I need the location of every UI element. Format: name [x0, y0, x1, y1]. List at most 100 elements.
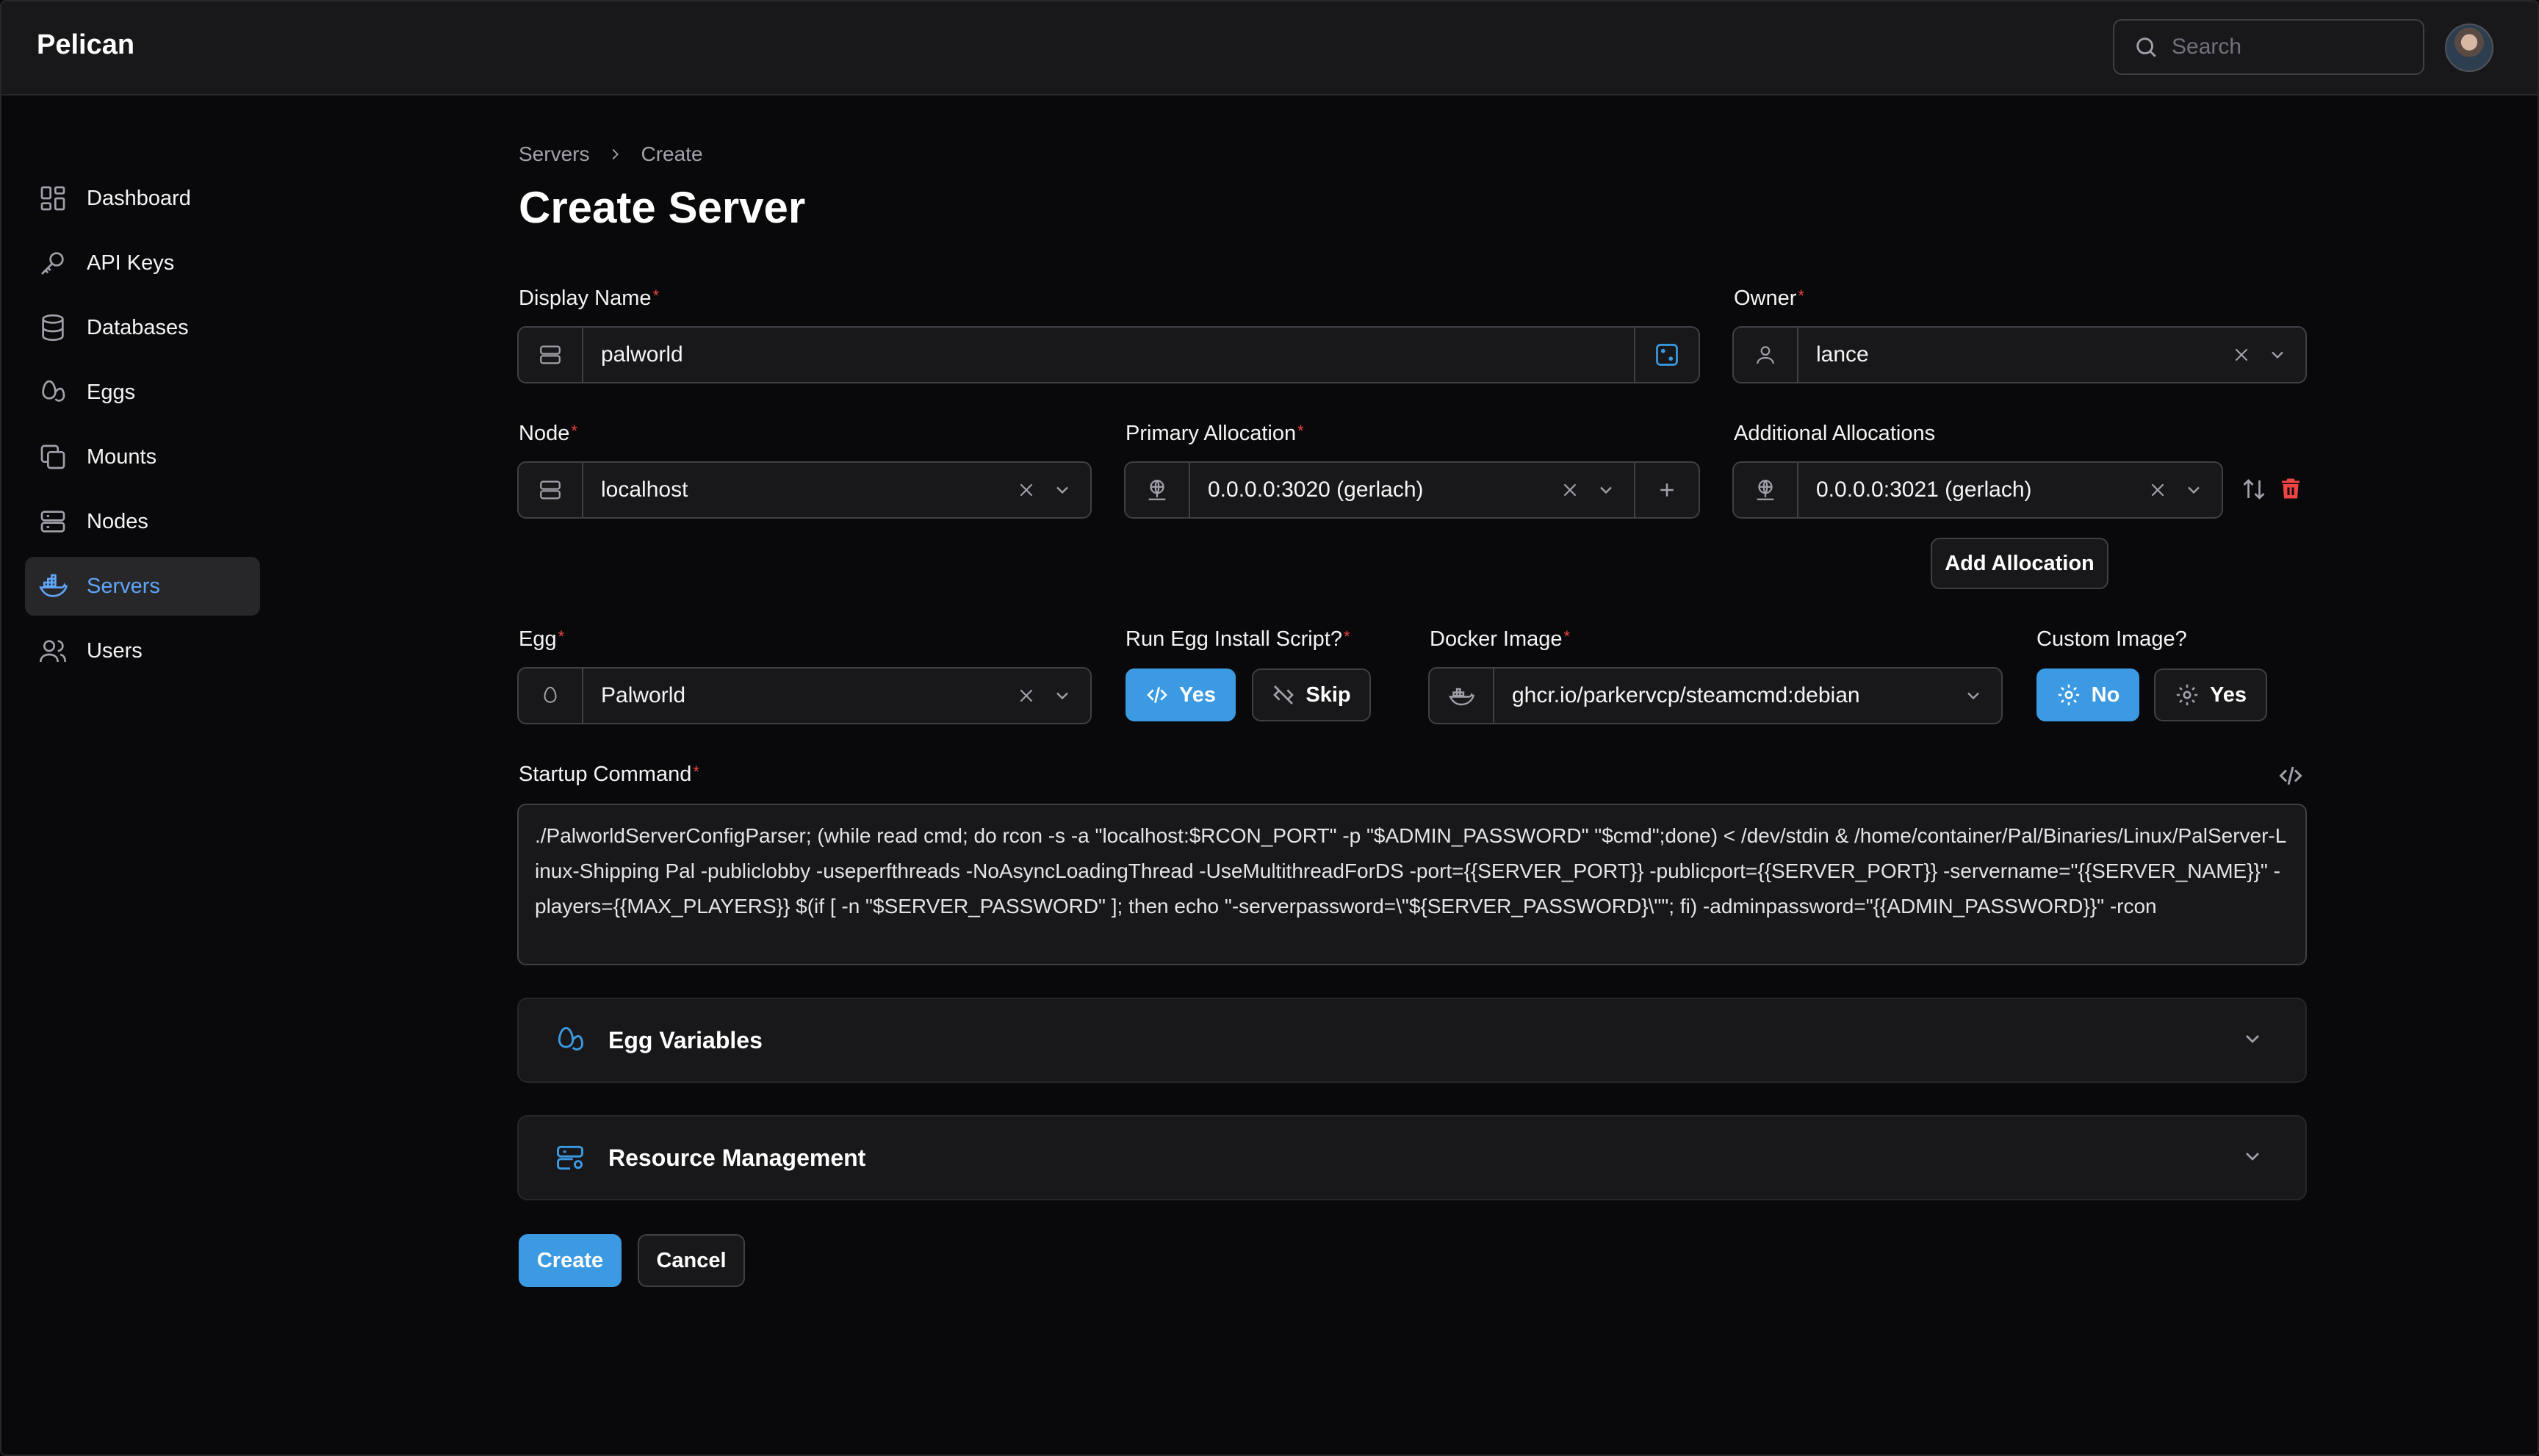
additional-allocations-label: Additional Allocations [1734, 422, 1936, 445]
clear-icon[interactable] [1017, 480, 1036, 500]
breadcrumb-servers[interactable]: Servers [519, 143, 589, 166]
clear-icon[interactable] [1017, 686, 1036, 705]
chevron-down-icon[interactable] [2241, 1027, 2264, 1050]
create-button[interactable]: Create [519, 1234, 622, 1287]
custom-image-no-button[interactable]: No [2036, 668, 2139, 721]
sidebar-item-eggs[interactable]: Eggs [25, 363, 260, 422]
docker-image-label: Docker Image* [1430, 627, 1571, 651]
additional-allocation-value: 0.0.0.0:3021 (gerlach) [1816, 477, 2032, 502]
random-name-button[interactable] [1634, 328, 1699, 382]
egg-label: Egg* [519, 627, 565, 651]
clear-icon[interactable] [2148, 480, 2167, 500]
chevron-down-icon[interactable] [1596, 480, 1616, 500]
node-label: Node* [519, 422, 577, 445]
reorder-icon[interactable] [2241, 476, 2267, 502]
chevron-down-icon[interactable] [1052, 685, 1073, 706]
server-cog-icon [557, 1145, 583, 1170]
sidebar-item-label: Users [87, 638, 143, 663]
code-icon [1147, 687, 1167, 703]
egg-variables-title: Egg Variables [608, 1026, 763, 1053]
sidebar-item-users[interactable]: Users [25, 621, 260, 680]
search-placeholder: Search [2172, 35, 2242, 59]
top-bar: Pelican Search [1, 1, 2538, 95]
chevron-down-icon[interactable] [1052, 480, 1073, 500]
additional-allocation-select[interactable]: 0.0.0.0:3021 (gerlach) [1732, 461, 2223, 519]
run-install-skip-button[interactable]: Skip [1252, 668, 1371, 721]
display-name-label: Display Name* [519, 286, 660, 310]
dashboard-icon [40, 186, 65, 211]
chevron-down-icon[interactable] [1963, 685, 1984, 706]
search-icon [2136, 37, 2156, 57]
server-icon [40, 511, 65, 533]
sidebar-item-label: Servers [87, 574, 160, 598]
gear-check-icon [2058, 684, 2079, 706]
docker-icon [1430, 668, 1494, 723]
sidebar-item-label: Eggs [87, 380, 136, 404]
egg-value: Palworld [601, 683, 686, 707]
startup-command-label: Startup Command* [519, 763, 699, 786]
resource-management-section[interactable]: Resource Management [517, 1115, 2307, 1200]
startup-command-textarea[interactable]: ./PalworldServerConfigParser; (while rea… [517, 804, 2307, 965]
code-off-icon [1273, 685, 1294, 704]
trash-icon[interactable] [2277, 475, 2304, 502]
primary-allocation-label: Primary Allocation* [1126, 422, 1304, 445]
display-name-field[interactable]: palworld [517, 326, 1700, 383]
primary-allocation-value: 0.0.0.0:3020 (gerlach) [1208, 477, 1424, 502]
sidebar: Dashboard API Keys Databases Eggs Mounts… [1, 95, 266, 1455]
cancel-button[interactable]: Cancel [638, 1234, 745, 1287]
node-select[interactable]: localhost [517, 461, 1092, 519]
network-icon [1734, 463, 1798, 517]
chevron-right-icon [613, 148, 619, 160]
add-primary-allocation-button[interactable] [1634, 463, 1699, 517]
egg-select[interactable]: Palworld [517, 667, 1092, 724]
sidebar-item-dashboard[interactable]: Dashboard [25, 169, 260, 228]
custom-image-yes-button[interactable]: Yes [2154, 668, 2267, 721]
sidebar-item-label: Databases [87, 315, 189, 339]
server-icon [519, 328, 583, 382]
chevron-down-icon[interactable] [2267, 345, 2288, 365]
breadcrumb: Servers Create [519, 143, 703, 166]
egg-variables-section[interactable]: Egg Variables [517, 998, 2307, 1083]
mounts-icon [40, 444, 65, 469]
resource-management-title: Resource Management [608, 1144, 866, 1171]
owner-value: lance [1816, 342, 1869, 367]
sidebar-item-nodes[interactable]: Nodes [25, 492, 260, 551]
sidebar-item-label: API Keys [87, 251, 175, 275]
code-icon[interactable] [2277, 763, 2304, 789]
display-name-value[interactable]: palworld [583, 342, 1634, 367]
eggs-icon [558, 1027, 583, 1051]
gear-icon [2176, 684, 2198, 706]
sidebar-item-label: Mounts [87, 444, 157, 469]
clear-icon[interactable] [1560, 480, 1580, 500]
clear-icon[interactable] [2232, 345, 2251, 364]
dice-icon [1656, 344, 1678, 366]
sidebar-item-api-keys[interactable]: API Keys [25, 234, 260, 292]
eggs-icon [42, 380, 65, 402]
avatar[interactable] [2445, 24, 2493, 72]
database-icon [42, 314, 64, 342]
network-icon [1126, 463, 1190, 517]
owner-select[interactable]: lance [1732, 326, 2307, 383]
add-allocation-button[interactable]: Add Allocation [1931, 538, 2108, 589]
chevron-down-icon[interactable] [2183, 480, 2204, 500]
docker-image-value: ghcr.io/parkervcp/steamcmd:debian [1512, 683, 1860, 707]
docker-icon [39, 574, 68, 597]
primary-allocation-select[interactable]: 0.0.0.0:3020 (gerlach) [1124, 461, 1700, 519]
custom-image-label: Custom Image? [2036, 627, 2187, 651]
search-input[interactable]: Search [2113, 19, 2424, 75]
user-icon [1734, 328, 1798, 382]
sidebar-item-servers[interactable]: Servers [25, 557, 260, 616]
key-icon [41, 252, 64, 275]
sidebar-item-databases[interactable]: Databases [25, 298, 260, 357]
docker-image-select[interactable]: ghcr.io/parkervcp/steamcmd:debian [1428, 667, 2003, 724]
sidebar-item-mounts[interactable]: Mounts [25, 428, 260, 486]
run-install-yes-button[interactable]: Yes [1126, 668, 1236, 721]
users-icon [40, 640, 66, 663]
run-install-label: Run Egg Install Script?* [1126, 627, 1350, 651]
app-logo[interactable]: Pelican [37, 29, 134, 61]
node-value: localhost [601, 477, 688, 502]
sidebar-item-label: Nodes [87, 509, 148, 533]
sidebar-item-label: Dashboard [87, 186, 191, 210]
page-title: Create Server [519, 183, 806, 232]
chevron-down-icon[interactable] [2241, 1145, 2264, 1168]
